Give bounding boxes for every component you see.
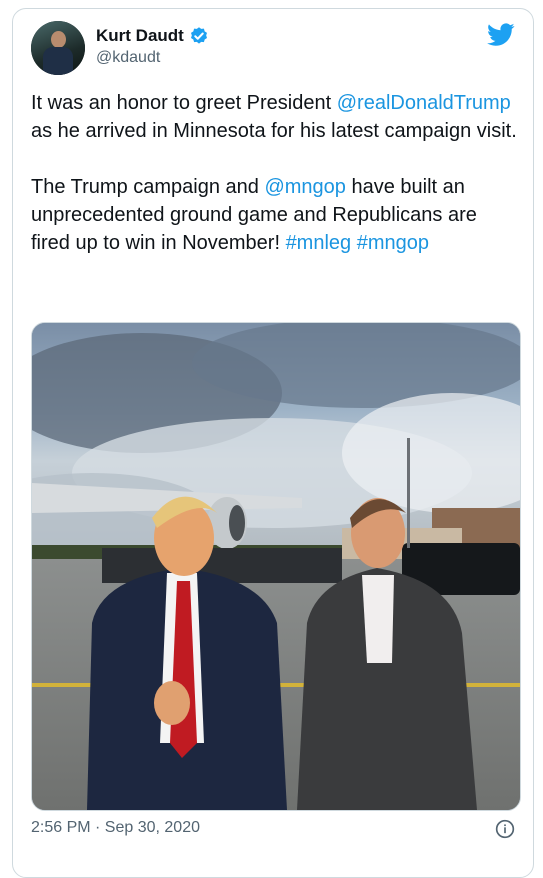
trump-thumb-hand xyxy=(154,681,190,725)
info-icon[interactable] xyxy=(495,819,515,839)
author-handle[interactable]: @kdaudt xyxy=(96,49,160,67)
mention-link[interactable]: @realDonaldTrump xyxy=(337,92,511,114)
avatar-head xyxy=(51,31,66,48)
hashtag-link[interactable]: #mnleg xyxy=(286,232,352,254)
twitter-bird-icon[interactable] xyxy=(487,23,515,47)
author-name-row[interactable]: Kurt Daudt xyxy=(96,26,209,46)
tweet-paragraph: It was an honor to greet President @real… xyxy=(31,89,521,145)
avatar-body xyxy=(43,47,73,75)
tweet-text: It was an honor to greet President @real… xyxy=(31,89,521,257)
photo-scene xyxy=(32,323,520,810)
tweet-text-segment: as he arrived in Minnesota for his lates… xyxy=(31,120,517,142)
author-avatar[interactable] xyxy=(31,21,85,75)
tweet-card: Kurt Daudt @kdaudt It was an honor to gr… xyxy=(12,8,534,878)
light-pole xyxy=(407,438,410,548)
daudt-shirt xyxy=(362,575,394,663)
author-name[interactable]: Kurt Daudt xyxy=(96,26,184,46)
tweet-timestamp[interactable]: 2:56 PM · Sep 30, 2020 xyxy=(31,819,200,837)
hashtag-link[interactable]: #mngop xyxy=(357,232,429,254)
tweet-paragraph: The Trump campaign and @mngop have built… xyxy=(31,173,521,257)
mention-link[interactable]: @mngop xyxy=(264,176,345,198)
plane-engine-intake xyxy=(229,505,245,541)
tweet-photo[interactable] xyxy=(31,322,521,811)
verified-badge-icon xyxy=(190,27,207,44)
tweet-text-segment: It was an honor to greet President xyxy=(31,92,337,114)
tweet-text-segment: The Trump campaign and xyxy=(31,176,265,198)
